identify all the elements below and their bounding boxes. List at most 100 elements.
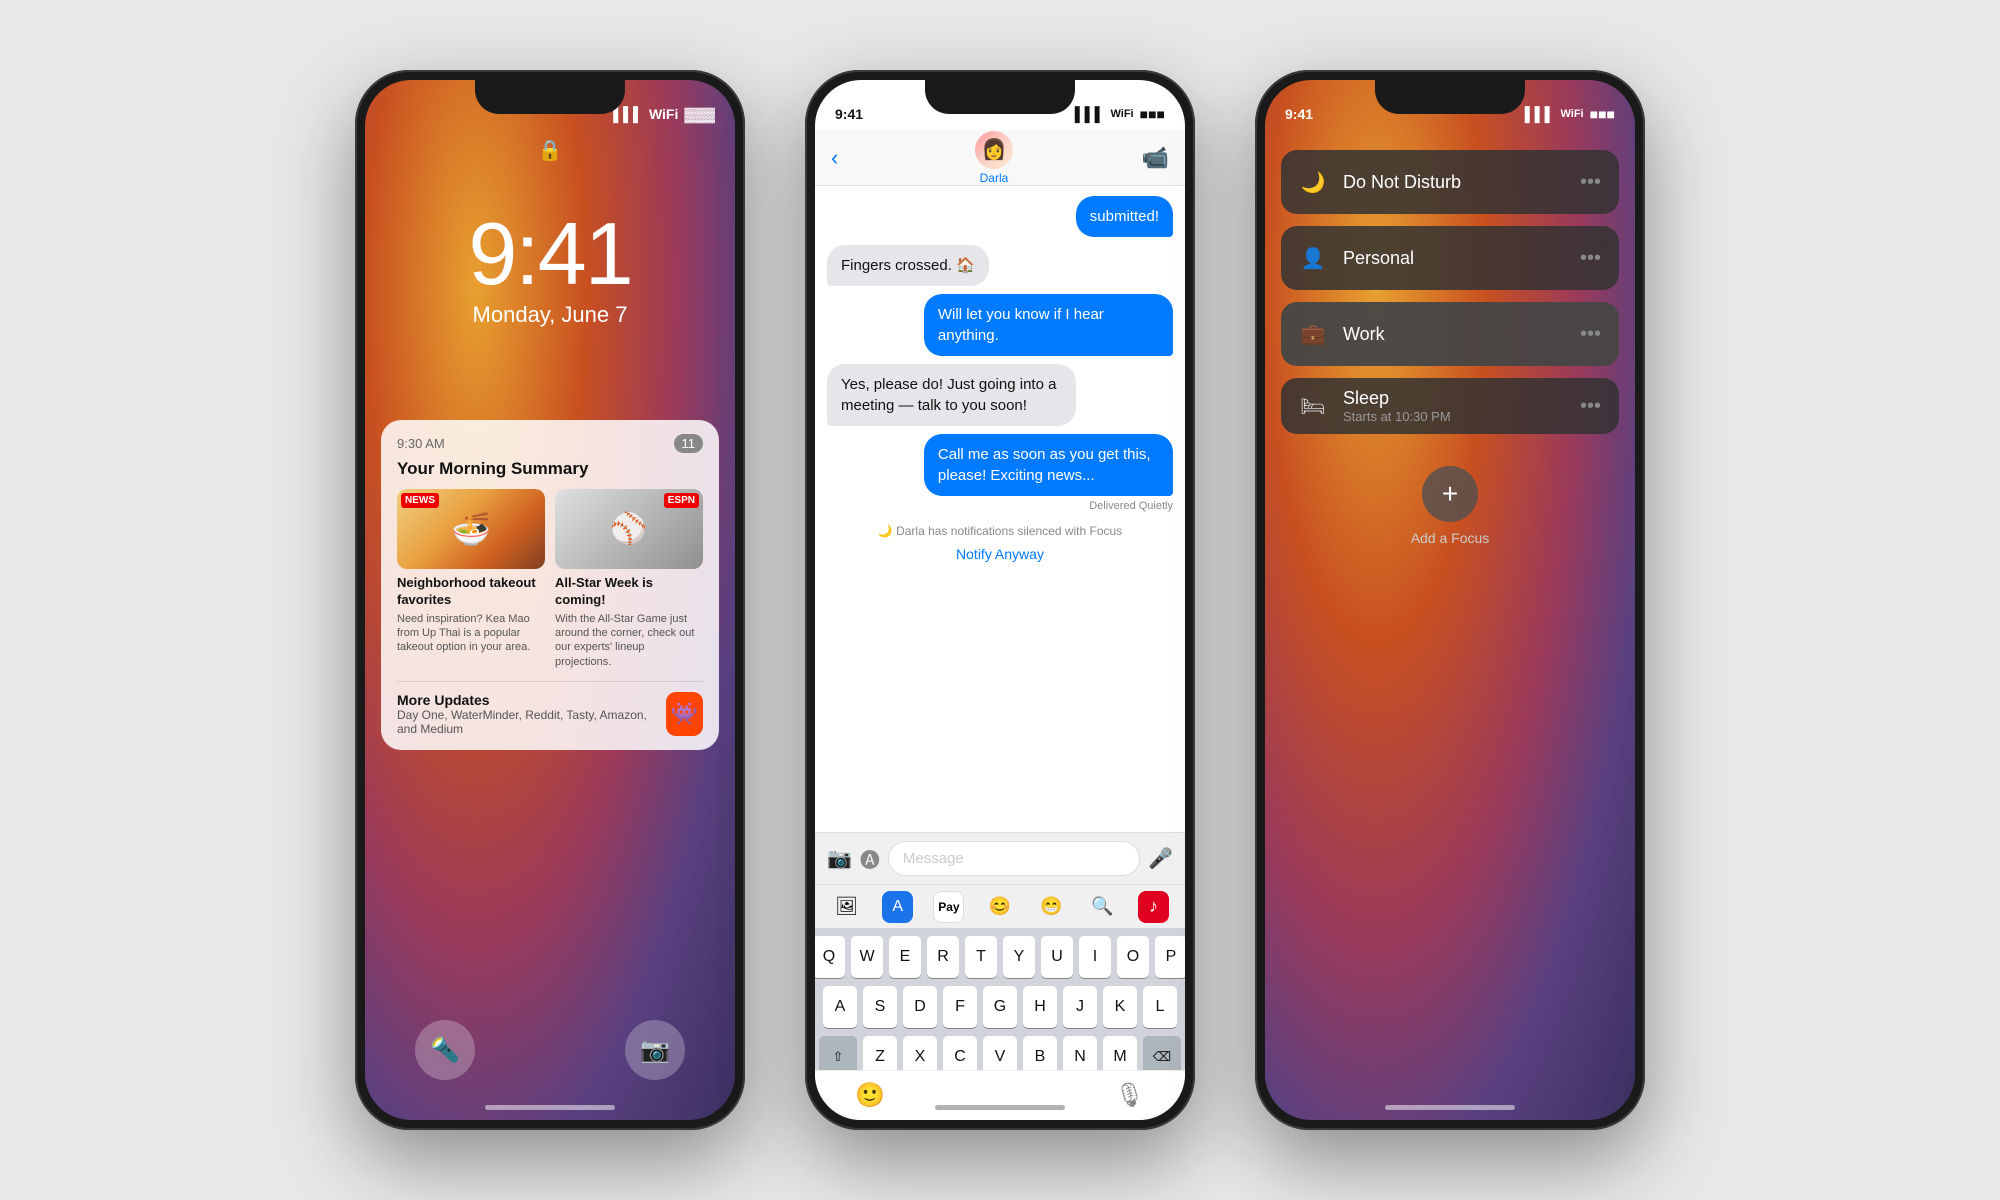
battery-icon-2: ■■■ (1140, 106, 1165, 122)
apple-pay-icon[interactable]: Pay (933, 891, 964, 923)
home-indicator-2[interactable] (935, 1105, 1065, 1110)
status-icons: ▌▌▌ WiFi ▓▓▓ (613, 106, 715, 122)
notif-more-left: More Updates Day One, WaterMinder, Reddi… (397, 692, 666, 736)
lock-screen: ▌▌▌ WiFi ▓▓▓ 🔒 9:41 Monday, June 7 9:30 … (365, 80, 735, 1120)
key-i[interactable]: I (1079, 936, 1111, 978)
key-p[interactable]: P (1155, 936, 1185, 978)
battery-icon-3: ■■■ (1590, 106, 1615, 122)
focus-work[interactable]: 💼 Work ••• (1281, 302, 1619, 366)
focus-screen: 9:41 ▌▌▌ WiFi ■■■ 🌙 Do Not Disturb ••• 👤… (1265, 80, 1635, 1120)
emoji2-icon[interactable]: 😁 (1036, 891, 1067, 923)
wifi-icon-2: WiFi (1111, 108, 1134, 120)
sleep-more[interactable]: ••• (1580, 395, 1601, 418)
memoji-icon[interactable]: 😊 (984, 891, 1015, 923)
music-icon[interactable]: ♪ (1138, 891, 1169, 923)
contact-avatar: 👩 (975, 131, 1013, 169)
do-not-disturb-more[interactable]: ••• (1580, 171, 1601, 194)
personal-label: Personal (1343, 248, 1564, 269)
search-strip-icon[interactable]: 🔍 (1087, 891, 1118, 923)
news-item-1: NEWS Neighborhood takeout favorites Need… (397, 489, 545, 669)
sleep-icon: 🛏 (1299, 394, 1327, 419)
app-store-icon[interactable]: 🅐 (860, 844, 880, 873)
lock-bottom-buttons: 🔦 📷 (365, 1020, 735, 1080)
emoji-button[interactable]: 🙂 (855, 1081, 885, 1110)
key-e[interactable]: E (889, 936, 921, 978)
signal-icon-3: ▌▌▌ (1525, 106, 1555, 122)
news-badge-1: NEWS (401, 493, 439, 508)
notification-card[interactable]: 9:30 AM 11 Your Morning Summary NEWS Nei… (381, 420, 719, 750)
key-w[interactable]: W (851, 936, 883, 978)
contact-info[interactable]: 👩 Darla (846, 131, 1141, 185)
phone-messages: 9:41 ▌▌▌ WiFi ■■■ ‹ 👩 Darla 📹 submitted!… (805, 70, 1195, 1130)
focus-personal[interactable]: 👤 Personal ••• (1281, 226, 1619, 290)
key-g[interactable]: G (983, 986, 1017, 1028)
work-more[interactable]: ••• (1580, 323, 1601, 346)
flashlight-button[interactable]: 🔦 (415, 1020, 475, 1080)
message-bubble-4: Yes, please do! Just going into a meetin… (827, 364, 1076, 426)
phone-focus: 9:41 ▌▌▌ WiFi ■■■ 🌙 Do Not Disturb ••• 👤… (1255, 70, 1645, 1130)
key-o[interactable]: O (1117, 936, 1149, 978)
notif-badge: 11 (674, 434, 704, 453)
add-focus-section: + Add a Focus (1281, 466, 1619, 546)
signal-icon-2: ▌▌▌ (1075, 106, 1105, 122)
contact-name: Darla (980, 171, 1009, 185)
message-bubble-5: Call me as soon as you get this, please!… (924, 434, 1173, 496)
message-bubble-3: Will let you know if I hear anything. (924, 294, 1173, 356)
key-u[interactable]: U (1041, 936, 1073, 978)
more-desc: Day One, WaterMinder, Reddit, Tasty, Ama… (397, 708, 666, 736)
home-indicator[interactable] (485, 1105, 615, 1110)
work-label: Work (1343, 324, 1564, 345)
key-y[interactable]: Y (1003, 936, 1035, 978)
home-indicator-3[interactable] (1385, 1105, 1515, 1110)
notch (475, 80, 625, 114)
message-bottom-bar: 🙂 🎙 (815, 1070, 1185, 1120)
key-t[interactable]: T (965, 936, 997, 978)
key-r[interactable]: R (927, 936, 959, 978)
key-row-1: Q W E R T Y U I O P (819, 936, 1181, 978)
focus-sleep[interactable]: 🛏 Sleep Starts at 10:30 PM ••• (1281, 378, 1619, 434)
message-body: submitted! Fingers crossed. 🏠 Will let y… (815, 186, 1185, 800)
do-not-disturb-icon: 🌙 (1299, 170, 1327, 195)
key-a[interactable]: A (823, 986, 857, 1028)
battery-icon: ▓▓▓ (684, 106, 715, 122)
sleep-text: Sleep Starts at 10:30 PM (1343, 388, 1451, 424)
mic-button[interactable]: 🎙 (1115, 1081, 1145, 1110)
key-k[interactable]: K (1103, 986, 1137, 1028)
message-header: ‹ 👩 Darla 📹 (815, 130, 1185, 186)
key-f[interactable]: F (943, 986, 977, 1028)
lock-icon: 🔒 (538, 138, 563, 163)
lock-big-time: 9:41 (365, 210, 735, 298)
add-focus-button[interactable]: + (1422, 466, 1478, 522)
focus-notice: 🌙 Darla has notifications silenced with … (827, 524, 1173, 538)
personal-more[interactable]: ••• (1580, 247, 1601, 270)
back-button[interactable]: ‹ (831, 145, 838, 171)
key-h[interactable]: H (1023, 986, 1057, 1028)
news-desc-1: Need inspiration? Kea Mao from Up Thai i… (397, 612, 545, 655)
key-s[interactable]: S (863, 986, 897, 1028)
key-j[interactable]: J (1063, 986, 1097, 1028)
camera-input-icon[interactable]: 📷 (827, 846, 852, 871)
news-image-baseball: ESPN (555, 489, 703, 569)
appstore-strip-icon[interactable]: A (882, 891, 913, 923)
signal-icon: ▌▌▌ (613, 106, 643, 122)
messages-screen: 9:41 ▌▌▌ WiFi ■■■ ‹ 👩 Darla 📹 submitted!… (815, 80, 1185, 1120)
camera-button[interactable]: 📷 (625, 1020, 685, 1080)
notch-2 (925, 80, 1075, 114)
photos-icon[interactable]: 🖼 (831, 891, 862, 923)
lock-date: Monday, June 7 (365, 302, 735, 328)
notify-anyway-button[interactable]: Notify Anyway (827, 546, 1173, 562)
reddit-icon: 👾 (666, 692, 703, 736)
focus-do-not-disturb[interactable]: 🌙 Do Not Disturb ••• (1281, 150, 1619, 214)
wifi-icon: WiFi (649, 106, 678, 122)
app-strip: 🖼 A Pay 😊 😁 🔍 ♪ (815, 884, 1185, 928)
audio-input-icon[interactable]: 🎤 (1148, 846, 1173, 871)
work-icon: 💼 (1299, 322, 1327, 347)
key-d[interactable]: D (903, 986, 937, 1028)
key-q[interactable]: Q (815, 936, 845, 978)
lock-time-display: 9:41 Monday, June 7 (365, 210, 735, 328)
facetime-button[interactable]: 📹 (1142, 145, 1169, 171)
notif-more: More Updates Day One, WaterMinder, Reddi… (397, 681, 703, 736)
message-input[interactable]: Message (888, 841, 1140, 876)
personal-icon: 👤 (1299, 246, 1327, 271)
key-l[interactable]: L (1143, 986, 1177, 1028)
